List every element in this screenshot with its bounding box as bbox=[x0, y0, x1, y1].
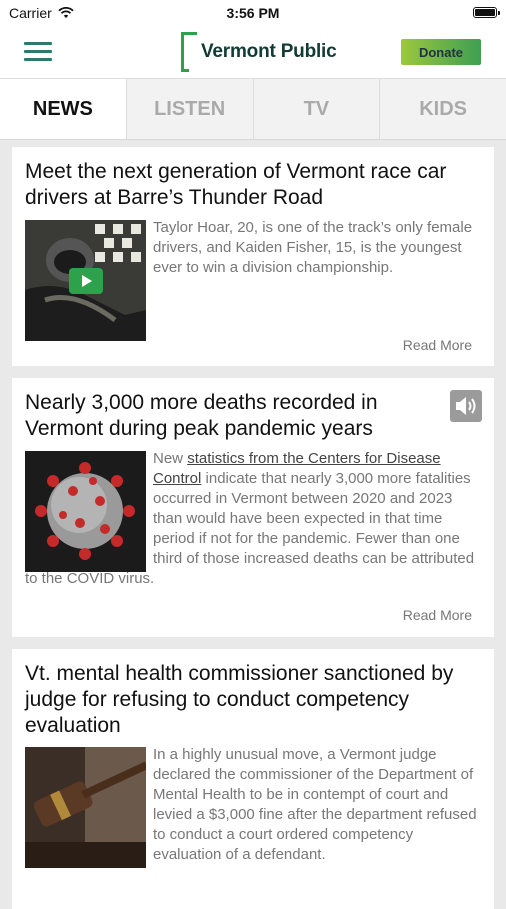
read-more-link[interactable]: Read More bbox=[403, 337, 472, 353]
summary-prefix: New bbox=[153, 450, 188, 467]
read-more-link[interactable]: Read More bbox=[403, 607, 472, 623]
audio-speaker-icon[interactable] bbox=[450, 390, 482, 422]
section-tabs: NEWS LISTEN TV KIDS bbox=[0, 79, 506, 140]
hamburger-menu-icon[interactable] bbox=[24, 42, 52, 62]
summary-text: Taylor Hoar, 20, is one of the track’s o… bbox=[153, 219, 473, 276]
story-summary: New statistics from the Centers for Dise… bbox=[25, 449, 483, 589]
donate-button[interactable]: Donate bbox=[401, 39, 481, 65]
status-time: 3:56 PM bbox=[226, 5, 280, 21]
story-summary: In a highly unusual move, a Vermont judg… bbox=[25, 745, 483, 865]
story-summary: Taylor Hoar, 20, is one of the track’s o… bbox=[25, 218, 483, 338]
status-bar: Carrier 3:56 PM bbox=[0, 0, 506, 26]
logo-mark-icon bbox=[181, 32, 197, 72]
tab-news[interactable]: NEWS bbox=[0, 79, 126, 139]
story-card[interactable]: Nearly 3,000 more deaths recorded in Ver… bbox=[12, 378, 494, 637]
tab-kids[interactable]: KIDS bbox=[379, 79, 506, 139]
summary-text: In a highly unusual move, a Vermont judg… bbox=[153, 746, 477, 863]
tab-listen[interactable]: LISTEN bbox=[125, 79, 253, 139]
story-title[interactable]: Nearly 3,000 more deaths recorded in Ver… bbox=[25, 390, 435, 442]
story-card[interactable]: Vt. mental health commissioner sanctione… bbox=[12, 649, 494, 909]
battery-icon bbox=[473, 7, 500, 18]
app-header: Vermont Public Donate bbox=[0, 26, 506, 79]
vermont-public-logo: Vermont Public bbox=[181, 30, 337, 74]
tab-tv[interactable]: TV bbox=[252, 79, 380, 139]
story-card[interactable]: Meet the next generation of Vermont race… bbox=[12, 147, 494, 366]
story-title[interactable]: Meet the next generation of Vermont race… bbox=[25, 159, 481, 211]
story-title[interactable]: Vt. mental health commissioner sanctione… bbox=[25, 661, 481, 739]
logo-text: Vermont Public bbox=[201, 41, 337, 62]
